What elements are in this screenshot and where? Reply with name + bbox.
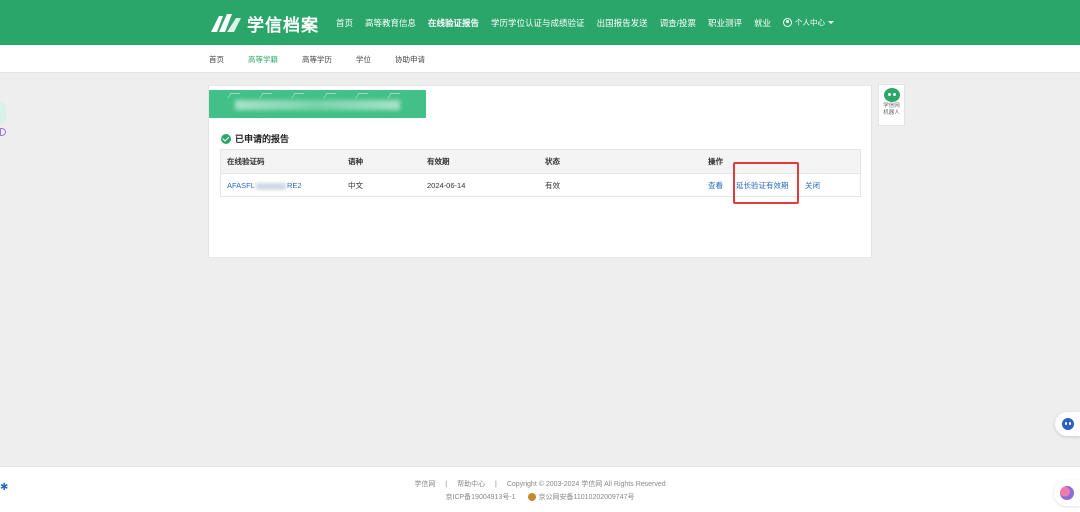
chat-bot-icon (1062, 418, 1074, 430)
col-expiry: 有效期 (427, 157, 450, 166)
user-center-menu[interactable]: 个人中心 (782, 17, 834, 28)
nav-online-verification-report[interactable]: 在线验证报告 (428, 17, 479, 29)
code-suffix: RE2 (286, 181, 302, 190)
robot-icon (883, 88, 900, 102)
police-badge-icon (527, 493, 536, 502)
col-status: 状态 (545, 157, 560, 166)
nav-overseas-report[interactable]: 出国报告发送 (597, 17, 648, 29)
sparkle-icon[interactable]: ✱ (0, 482, 8, 493)
banner-decoration (291, 93, 305, 98)
footer-link-help[interactable]: 帮助中心 (457, 481, 485, 488)
nav-survey[interactable]: 调查/投票 (660, 17, 696, 29)
subnav-home[interactable]: 首页 (209, 54, 224, 65)
highlight-annotation (733, 162, 799, 204)
section-title: 已申请的报告 (221, 132, 289, 145)
col-actions: 操作 (708, 157, 723, 166)
chevron-down-icon (827, 21, 834, 24)
footer-registration: 京ICP备19004913号-1 京公网安备11010202009747号 (0, 492, 1080, 502)
footer-divider: | (445, 481, 448, 488)
banner-decoration (227, 93, 241, 98)
banner-decoration (387, 93, 401, 98)
check-circle-icon (221, 133, 231, 144)
sub-navbar: 首页 高等学籍 高等学历 学位 协助申请 (0, 45, 1080, 73)
main-nav: 首页 高等教育信息 在线验证报告 学历学位认证与成绩验证 出国报告发送 调查/投… (336, 0, 834, 45)
user-banner (209, 90, 426, 118)
top-navbar: 学信档案 首页 高等教育信息 在线验证报告 学历学位认证与成绩验证 出国报告发送… (0, 0, 1080, 45)
banner-decoration (355, 93, 369, 98)
footer: 学信网 | 帮助中心 | Copyright © 2003-2024 学信网 A… (0, 466, 1080, 512)
blurred-user-info (235, 100, 400, 110)
banner-decoration (259, 93, 273, 98)
footer-divider: | (495, 481, 497, 488)
footer-links: 学信网 | 帮助中心 | Copyright © 2003-2024 学信网 A… (0, 479, 1080, 489)
close-link[interactable]: 关闭 (805, 174, 820, 197)
col-language: 语种 (348, 157, 363, 166)
subnav-higher-enrollment[interactable]: 高等学籍 (248, 54, 278, 65)
expiry-value: 2024-06-14 (427, 181, 466, 190)
language-value: 中文 (348, 181, 363, 190)
footer-copyright: Copyright © 2003-2024 学信网 All Rights Res… (506, 481, 666, 488)
logo-icon (211, 14, 241, 32)
section-title-text: 已申请的报告 (235, 134, 290, 144)
side-float-icon[interactable] (0, 128, 6, 136)
subnav-degree[interactable]: 学位 (356, 54, 371, 65)
police-number[interactable]: 京公网安备11010202009747号 (539, 494, 635, 501)
robot-label-1: 学信网 (883, 103, 900, 109)
sub-nav: 首页 高等学籍 高等学历 学位 协助申请 (209, 45, 449, 73)
code-prefix: AFASFL (227, 181, 255, 190)
user-center-label: 个人中心 (794, 18, 825, 27)
nav-employment[interactable]: 就业 (754, 17, 771, 29)
nav-career-assessment[interactable]: 职业测评 (708, 17, 742, 29)
brain-icon (1060, 486, 1074, 500)
icp-number[interactable]: 京ICP备19004913号-1 (446, 494, 516, 501)
col-code: 在线验证码 (227, 157, 265, 166)
footer-link-chsi[interactable]: 学信网 (414, 481, 435, 488)
chat-button[interactable] (1055, 412, 1080, 436)
verification-code-link[interactable]: AFASFL RE2 (227, 174, 302, 197)
view-link[interactable]: 查看 (708, 174, 723, 197)
nav-higher-education-info[interactable]: 高等教育信息 (365, 17, 416, 29)
ai-assistant-button[interactable] (1054, 480, 1080, 506)
robot-assistant[interactable]: 学信网 机器人 (878, 84, 905, 126)
logo-text: 学信档案 (247, 15, 319, 35)
site-logo[interactable]: 学信档案 (209, 11, 319, 35)
side-float-tab[interactable] (0, 102, 6, 124)
user-icon (782, 18, 792, 27)
robot-label-2: 机器人 (883, 110, 900, 116)
nav-degree-certification[interactable]: 学历学位认证与成绩验证 (491, 17, 585, 29)
masked-code (255, 182, 286, 190)
subnav-assist-apply[interactable]: 协助申请 (395, 54, 425, 65)
subnav-higher-diploma[interactable]: 高等学历 (302, 54, 332, 65)
nav-home[interactable]: 首页 (336, 17, 353, 29)
status-value: 有效 (545, 181, 560, 190)
banner-decoration (323, 93, 337, 98)
